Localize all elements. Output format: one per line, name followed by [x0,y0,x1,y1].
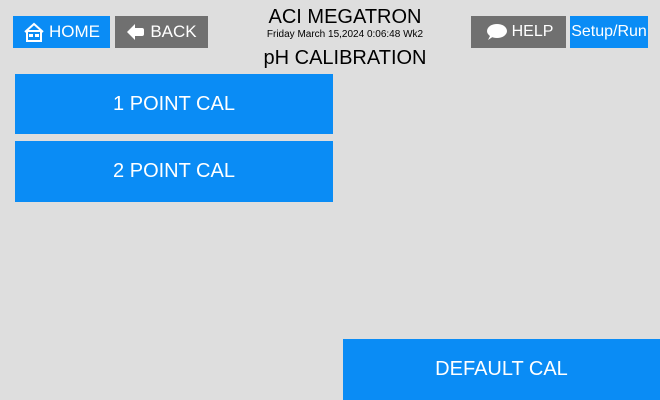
speech-bubble-icon [484,23,508,41]
one-point-cal-label: 1 POINT CAL [113,92,235,115]
page-title: pH CALIBRATION [263,47,427,69]
help-button[interactable]: HELP [471,16,566,48]
help-label: HELP [511,23,554,40]
calibration-screen: HOME BACK ACI MEGATRON Friday March 15,2… [0,0,660,400]
default-cal-label: DEFAULT CAL [435,358,568,380]
setup-run-button[interactable]: Setup/Run [570,16,648,48]
back-button[interactable]: BACK [115,16,208,48]
home-button[interactable]: HOME [13,16,110,48]
back-arrow-icon [126,22,146,42]
home-label: HOME [49,22,100,41]
date-time: Friday March 15,2024 0:06:48 Wk2 [266,29,424,40]
setup-run-label: Setup/Run [571,23,647,40]
one-point-cal-button[interactable]: 1 POINT CAL [15,74,333,134]
two-point-cal-label: 2 POINT CAL [113,160,235,182]
default-cal-button[interactable]: DEFAULT CAL [343,339,660,400]
two-point-cal-button[interactable]: 2 POINT CAL [15,141,333,202]
app-title: ACI MEGATRON [268,6,422,28]
house-icon [23,22,45,42]
back-label: BACK [150,22,197,41]
